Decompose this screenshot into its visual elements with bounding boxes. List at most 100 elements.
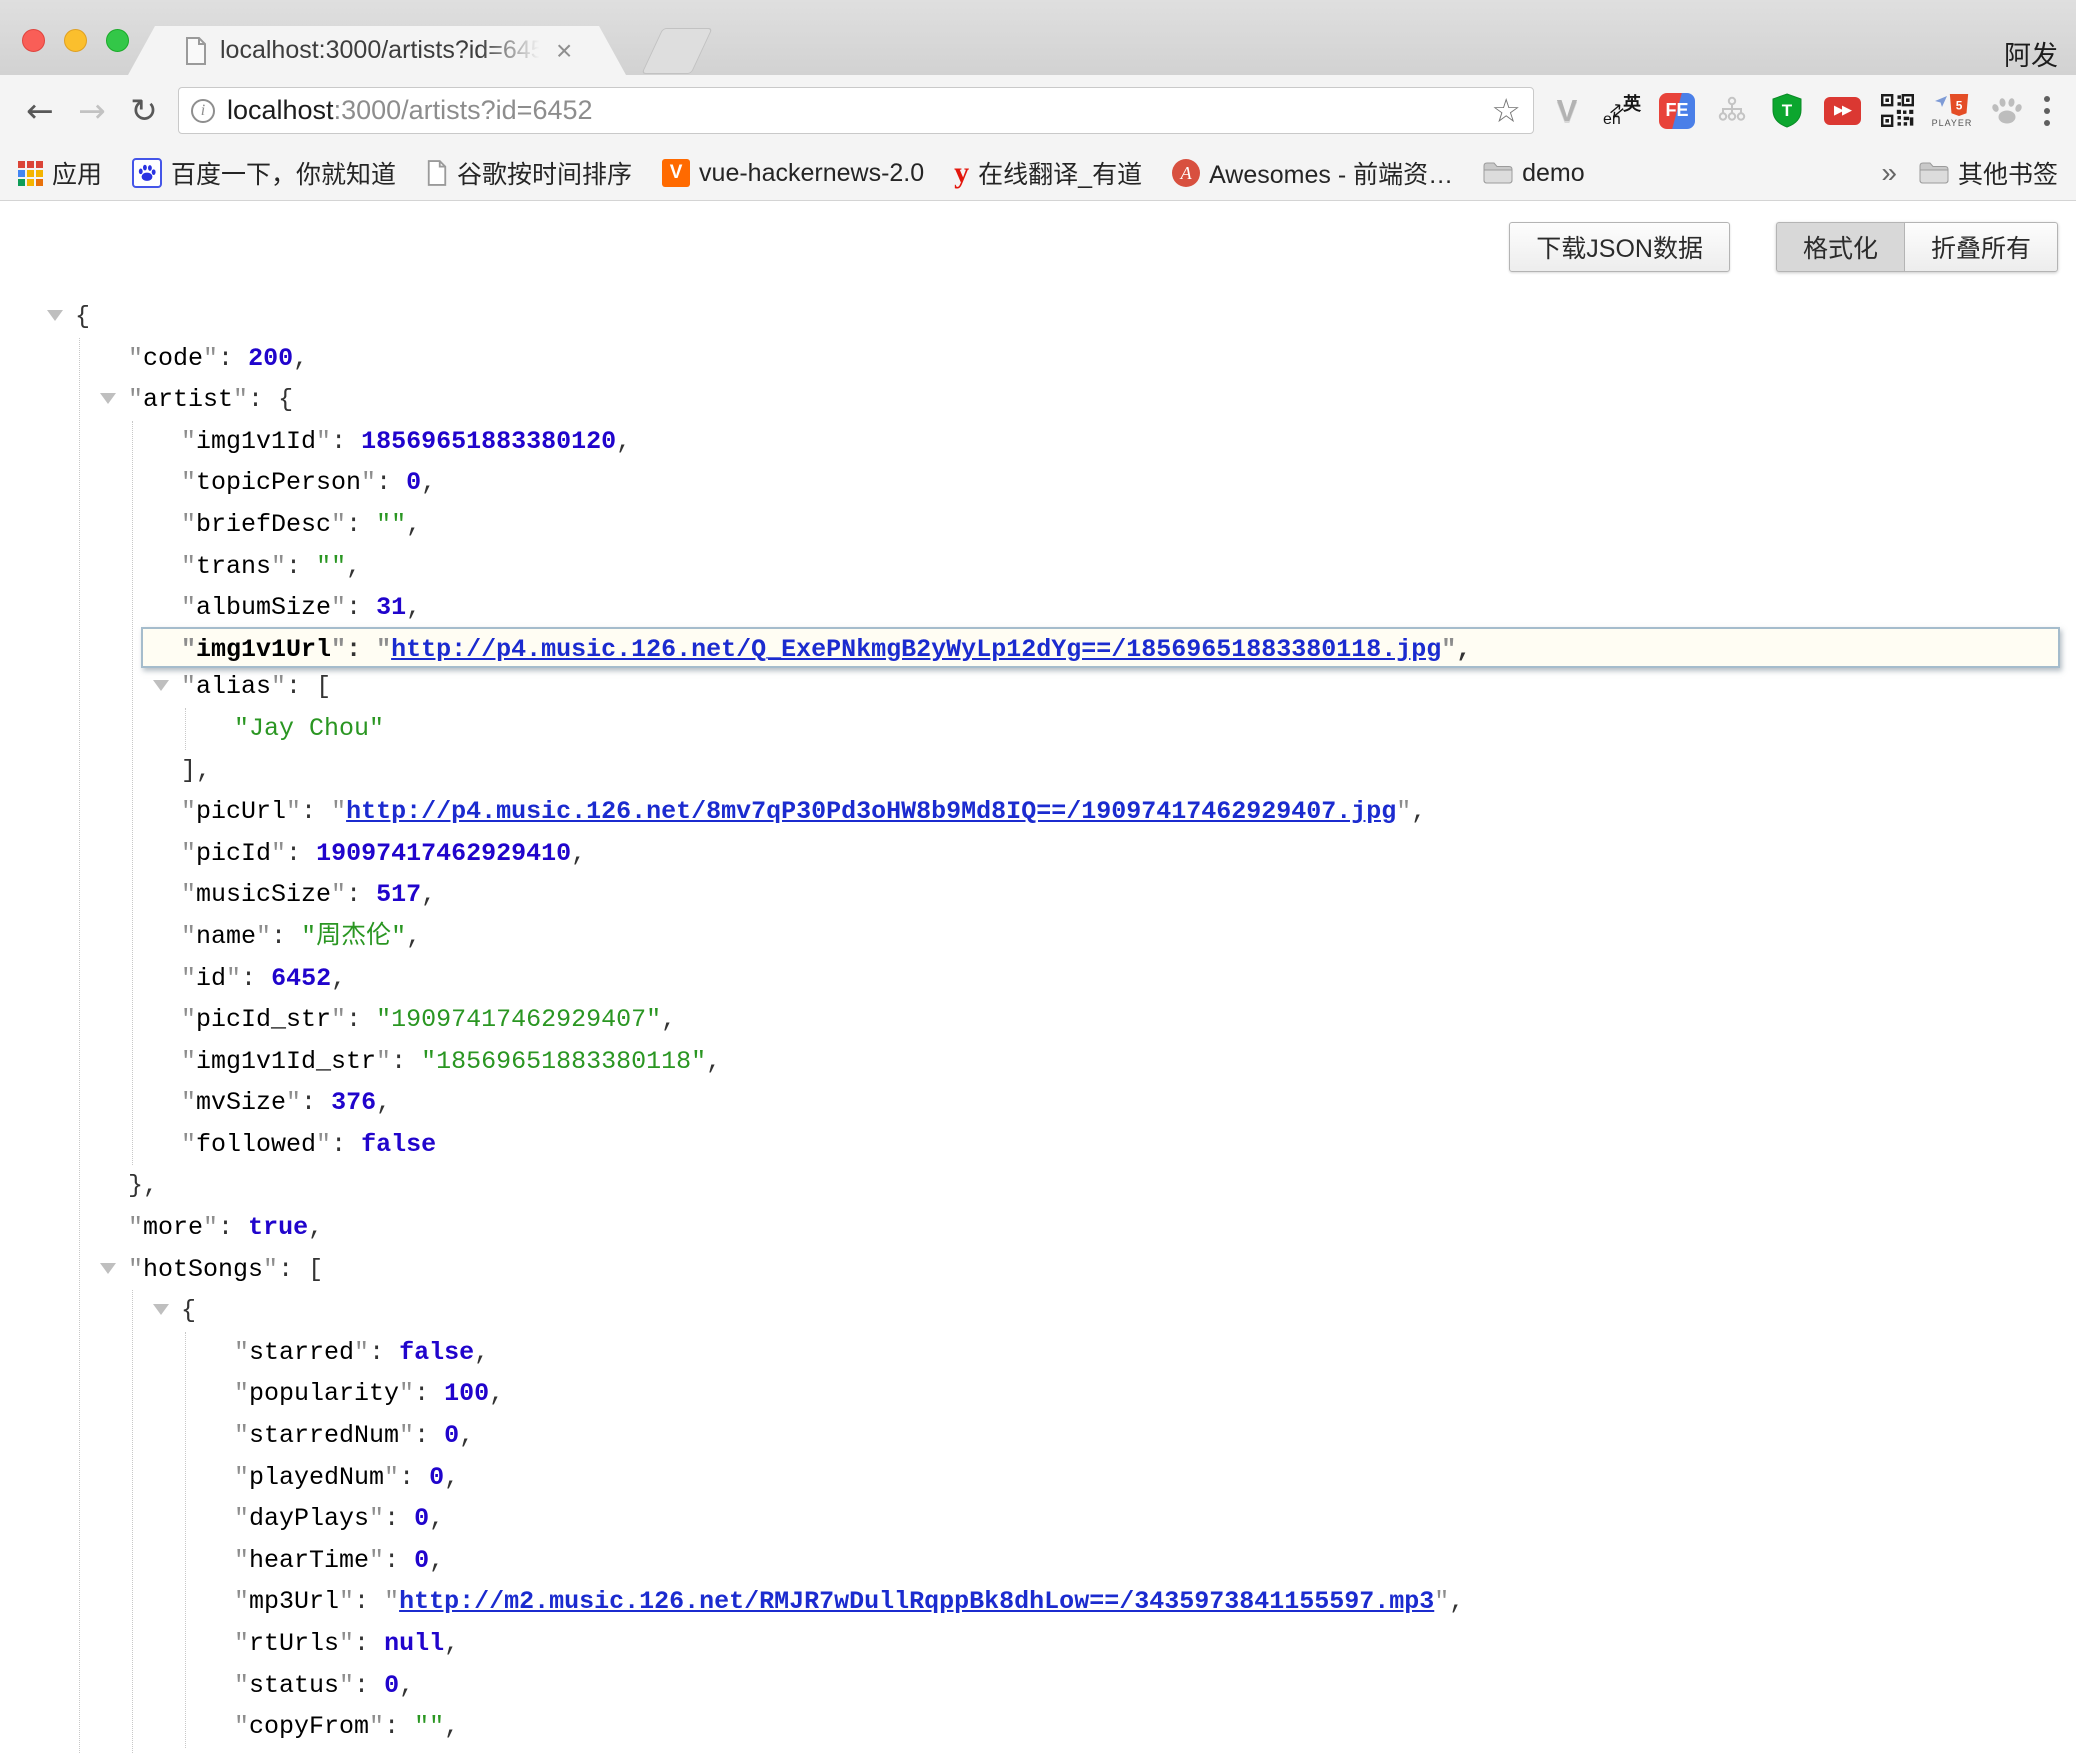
reload-button[interactable]: ↻: [118, 94, 170, 127]
bookmark-label: 谷歌按时间排序: [457, 155, 632, 191]
json-line: ],: [181, 750, 2060, 792]
url-text[interactable]: localhost:3000/artists?id=6452: [227, 95, 593, 126]
json-block: {"starred": false,"popularity": 100,"sta…: [132, 1290, 2060, 1754]
minimize-window-button[interactable]: [64, 29, 87, 52]
tab-title-fade: [480, 36, 550, 65]
json-line-highlighted: "img1v1Url": "http://p4.music.126.net/Q_…: [141, 627, 2060, 669]
video-speed-extension-button[interactable]: ▶▶: [1823, 91, 1861, 131]
apps-grid-icon: [18, 161, 43, 186]
bookmark-label: 应用: [52, 155, 102, 191]
bookmarks-overflow-icon[interactable]: »: [1881, 157, 1897, 189]
collapse-toggle-icon[interactable]: [100, 1263, 116, 1274]
bookmark-label: vue-hackernews-2.0: [699, 159, 924, 188]
sitemap-extension-button[interactable]: [1713, 91, 1751, 131]
bookmark-label: 其他书签: [1958, 155, 2058, 191]
collapse-all-button[interactable]: 折叠所有: [1904, 222, 2058, 272]
json-line: "artist": {: [128, 379, 2060, 421]
site-info-icon[interactable]: i: [191, 99, 215, 123]
baidu-paw-icon: [132, 158, 162, 188]
json-line: "hotSongs": [: [128, 1249, 2060, 1291]
collapse-toggle-icon[interactable]: [153, 1304, 169, 1315]
tab-close-icon[interactable]: ×: [556, 37, 572, 65]
bookmark-item-1[interactable]: 应用: [18, 155, 102, 191]
json-line: "musicSize": 517,: [181, 874, 2060, 916]
bookmark-star-icon[interactable]: ☆: [1491, 91, 1521, 130]
tampermonkey-icon: T: [1770, 93, 1804, 129]
collapse-toggle-icon[interactable]: [153, 680, 169, 691]
new-tab-button[interactable]: [641, 28, 712, 74]
download-json-button[interactable]: 下载JSON数据: [1509, 222, 1730, 272]
bookmark-item-2[interactable]: 百度一下，你就知道: [132, 155, 396, 191]
view-toggle-group: 格式化 折叠所有: [1776, 222, 2058, 272]
paw-extension-button[interactable]: [1988, 91, 2026, 131]
close-window-button[interactable]: [22, 29, 45, 52]
json-line: "picUrl": "http://p4.music.126.net/8mv7q…: [181, 791, 2060, 833]
traffic-lights: [22, 29, 129, 52]
translate-extension-button[interactable]: 英en⇄: [1603, 91, 1641, 131]
json-line: "more": true,: [128, 1207, 2060, 1249]
back-button[interactable]: ←: [14, 94, 66, 127]
json-line: "starred": false,: [234, 1332, 2060, 1374]
json-line: "status": 0,: [234, 1665, 2060, 1707]
vue-devtools-icon: V: [1557, 93, 1578, 129]
json-link[interactable]: http://p4.music.126.net/8mv7qP30Pd3oHW8b…: [346, 797, 1396, 826]
page-doc-icon: [184, 37, 208, 65]
paw-icon: [1990, 95, 2024, 127]
vue-devtools-extension-button[interactable]: V: [1548, 91, 1586, 131]
fullscreen-window-button[interactable]: [106, 29, 129, 52]
bookmark-label: 在线翻译_有道: [978, 155, 1142, 191]
chrome-menu-icon[interactable]: [2032, 96, 2062, 126]
video-speed-icon: ▶▶: [1824, 97, 1861, 125]
bookmark-item-5[interactable]: y 在线翻译_有道: [954, 155, 1142, 191]
json-line: "copyFrom": "",: [234, 1706, 2060, 1748]
qrcode-extension-button[interactable]: [1878, 91, 1916, 131]
bookmarks-bar: 应用百度一下，你就知道 谷歌按时间排序 Vvue-hackernews-2.0 y 在线…: [0, 146, 2076, 201]
browser-toolbar: ← → ↻ i localhost:3000/artists?id=6452 ☆…: [0, 75, 2076, 146]
json-line: "trans": "",: [181, 546, 2060, 588]
extensions-row: V 英en⇄ FE T ▶▶ 5PLAYER: [1548, 91, 2026, 131]
bookmark-item-6[interactable]: AAwesomes - 前端资…: [1172, 155, 1453, 191]
html5-player-icon: 5PLAYER: [1932, 94, 1973, 128]
awesomes-icon: A: [1172, 159, 1200, 187]
address-bar[interactable]: i localhost:3000/artists?id=6452 ☆: [178, 87, 1534, 134]
tampermonkey-extension-button[interactable]: T: [1768, 91, 1806, 131]
bookmark-other-folder[interactable]: 其他书签: [1919, 155, 2058, 191]
json-line: "code": 200,: [128, 338, 2060, 380]
json-line: "name": "周杰伦",: [181, 916, 2060, 958]
json-line: },: [128, 1165, 2060, 1207]
youdao-icon: y: [954, 158, 969, 188]
json-link[interactable]: http://p4.music.126.net/Q_ExePNkmgB2yWyL…: [391, 635, 1441, 664]
json-viewer-toolbar: 下载JSON数据 格式化 折叠所有: [0, 222, 2058, 272]
html5-player-extension-button[interactable]: 5PLAYER: [1933, 91, 1971, 131]
json-line: "mp3Url": "http://m2.music.126.net/RMJR7…: [234, 1581, 2060, 1623]
page-content: 下载JSON数据 格式化 折叠所有 {"code": 200,"artist":…: [0, 222, 2076, 1754]
json-line: "id": 6452,: [181, 958, 2060, 1000]
json-line: "playedNum": 0,: [234, 1457, 2060, 1499]
collapse-toggle-icon[interactable]: [47, 310, 63, 321]
format-button[interactable]: 格式化: [1776, 222, 1904, 272]
bookmark-item-7[interactable]: demo: [1483, 159, 1585, 188]
collapse-toggle-icon[interactable]: [100, 393, 116, 404]
url-host: localhost: [227, 95, 334, 125]
json-link[interactable]: http://m2.music.126.net/RMJR7wDullRqppBk…: [399, 1587, 1434, 1616]
url-path: :3000/artists?id=6452: [334, 95, 593, 125]
svg-text:T: T: [1782, 101, 1793, 120]
bookmark-item-4[interactable]: Vvue-hackernews-2.0: [662, 159, 924, 188]
browser-tab[interactable]: localhost:3000/artists?id=6452 ×: [128, 26, 626, 75]
json-line: "mvSize": 376,: [181, 1082, 2060, 1124]
json-line: "img1v1Id": 18569651883380120,: [181, 421, 2060, 463]
folder-icon: [1483, 161, 1513, 185]
fe-extension-button[interactable]: FE: [1658, 91, 1696, 131]
document-icon: [426, 160, 448, 186]
folder-icon: [1919, 161, 1949, 185]
forward-button: →: [66, 94, 118, 127]
sitemap-icon: [1716, 95, 1748, 127]
json-line: "rtUrls": null,: [234, 1623, 2060, 1665]
bookmark-item-3[interactable]: 谷歌按时间排序: [426, 155, 632, 191]
json-line: "picId_str": "19097417462929407",: [181, 999, 2060, 1041]
browser-profile-name[interactable]: 阿发: [2004, 34, 2058, 73]
json-line: },: [181, 1748, 2060, 1754]
json-line: "starredNum": 0,: [234, 1415, 2060, 1457]
json-line: "albumSize": 31,: [181, 587, 2060, 629]
json-line: "dayPlays": 0,: [234, 1498, 2060, 1540]
